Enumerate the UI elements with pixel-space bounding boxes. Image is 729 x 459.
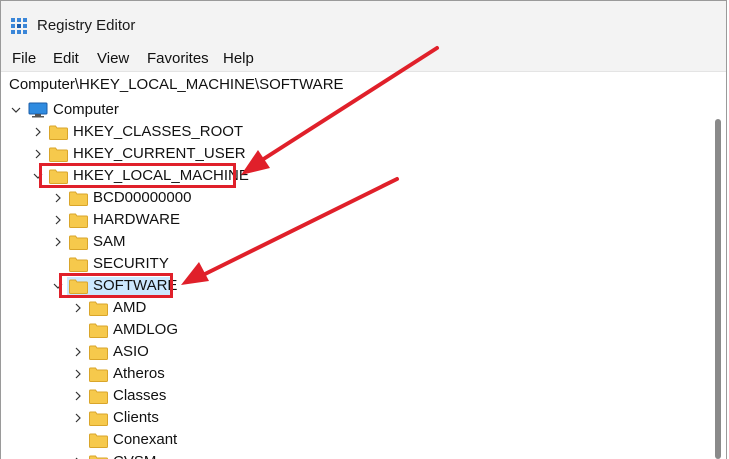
tree-label: AMD <box>113 299 147 316</box>
annotation-box-software <box>59 273 173 298</box>
tree-label: ASIO <box>113 343 149 360</box>
tree-node-amd[interactable]: AMD <box>1 297 261 319</box>
tree-label: Atheros <box>113 365 165 382</box>
tree-node-security[interactable]: SECURITY <box>1 253 261 275</box>
tree-label: CVSM <box>113 451 156 459</box>
tree-node-amdlog[interactable]: AMDLOG <box>1 319 261 341</box>
tree-label: SECURITY <box>93 255 169 272</box>
tree-node-asio[interactable]: ASIO <box>1 341 261 363</box>
folder-icon <box>89 367 108 382</box>
tree-node-hkey-classes-root[interactable]: HKEY_CLASSES_ROOT <box>1 121 261 143</box>
tree-label: SAM <box>93 233 126 250</box>
tree-label: HARDWARE <box>93 211 180 228</box>
title-bar: Registry Editor <box>1 1 726 45</box>
folder-icon <box>69 257 88 272</box>
chevron-right-icon[interactable] <box>53 237 63 247</box>
chevron-right-icon[interactable] <box>73 303 83 313</box>
folder-icon <box>49 147 68 162</box>
window-title: Registry Editor <box>37 17 136 34</box>
tree-label: Conexant <box>113 431 178 448</box>
folder-icon <box>69 191 88 206</box>
chevron-right-icon[interactable] <box>73 369 83 379</box>
tree-node-sam[interactable]: SAM <box>1 231 261 253</box>
chevron-right-icon[interactable] <box>73 391 83 401</box>
folder-icon <box>89 301 108 316</box>
tree-node-hkey-current-user[interactable]: HKEY_CURRENT_USER <box>1 143 261 165</box>
folder-icon <box>89 345 108 360</box>
tree-node-computer[interactable]: Computer <box>1 99 201 121</box>
folder-icon <box>89 411 108 426</box>
registry-icon <box>11 18 27 34</box>
menu-favorites[interactable]: Favorites <box>147 50 209 67</box>
tree-label: Classes <box>113 387 167 404</box>
tree-node-bcd00000000[interactable]: BCD00000000 <box>1 187 261 209</box>
address-path[interactable]: Computer\HKEY_LOCAL_MACHINE\SOFTWARE <box>9 76 344 93</box>
tree-label: BCD00000000 <box>93 189 192 206</box>
folder-icon <box>89 389 108 404</box>
tree-node-atheros[interactable]: Atheros <box>1 363 261 385</box>
folder-icon <box>89 433 108 448</box>
annotation-box-hklm <box>39 163 236 188</box>
folder-icon <box>89 323 108 338</box>
menu-edit[interactable]: Edit <box>53 50 79 67</box>
chevron-right-icon[interactable] <box>53 193 63 203</box>
tree-node-classes[interactable]: Classes <box>1 385 261 407</box>
chevron-right-icon[interactable] <box>53 215 63 225</box>
scrollbar-thumb[interactable] <box>715 119 721 459</box>
registry-editor-window: Registry Editor File Edit View Favorites… <box>0 0 727 459</box>
tree-node-hardware[interactable]: HARDWARE <box>1 209 261 231</box>
tree-label: HKEY_CLASSES_ROOT <box>73 123 244 140</box>
menu-bar: File Edit View Favorites Help <box>1 45 726 71</box>
tree-label: Clients <box>113 409 159 426</box>
chevron-right-icon[interactable] <box>73 347 83 357</box>
folder-icon <box>69 235 88 250</box>
chevron-right-icon[interactable] <box>33 149 43 159</box>
chevron-right-icon[interactable] <box>73 413 83 423</box>
folder-icon <box>49 125 68 140</box>
address-bar[interactable]: Computer\HKEY_LOCAL_MACHINE\SOFTWARE <box>1 71 726 98</box>
tree-label: HKEY_CURRENT_USER <box>73 145 246 162</box>
tree-node-clients[interactable]: Clients <box>1 407 261 429</box>
menu-file[interactable]: File <box>12 50 36 67</box>
tree-node-conexant[interactable]: Conexant <box>1 429 261 451</box>
vertical-scrollbar[interactable] <box>710 97 726 459</box>
chevron-right-icon[interactable] <box>33 127 43 137</box>
menu-help[interactable]: Help <box>223 50 254 67</box>
tree-label: Computer <box>53 101 119 118</box>
tree-label: AMDLOG <box>113 321 179 338</box>
computer-icon <box>28 102 48 118</box>
menu-view[interactable]: View <box>97 50 129 67</box>
folder-icon <box>69 213 88 228</box>
folder-icon <box>89 455 108 459</box>
chevron-down-icon[interactable] <box>11 105 21 115</box>
tree-node-cvsm[interactable]: CVSM <box>1 451 261 459</box>
